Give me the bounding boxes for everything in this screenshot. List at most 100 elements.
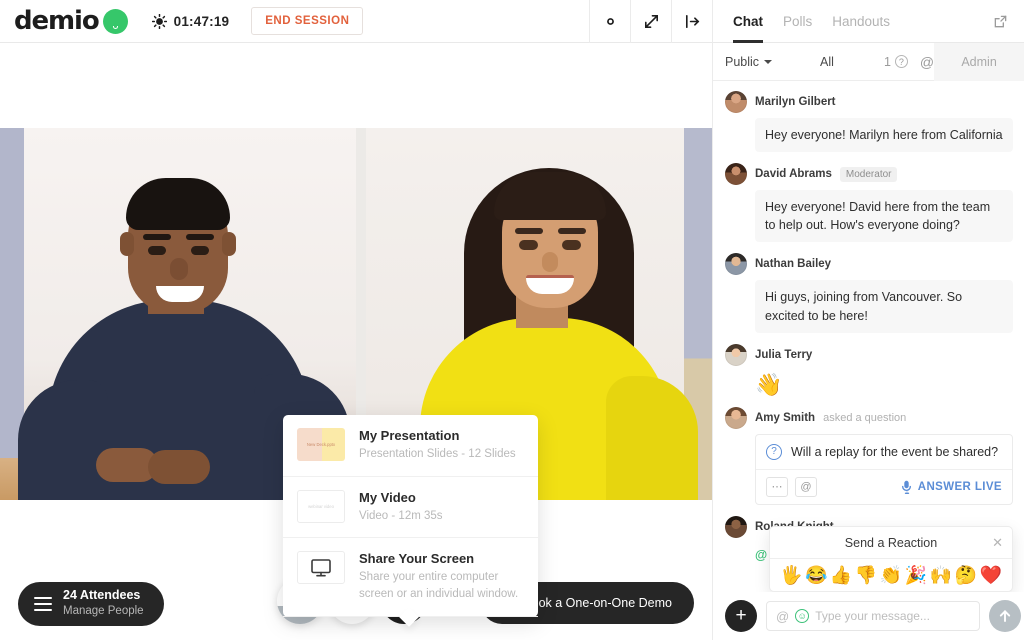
avatar [725, 91, 747, 113]
menu-item-share-your-screen[interactable]: Share Your Screen Share your entire comp… [283, 538, 538, 617]
attendees-count: 24 Attendees [63, 588, 141, 603]
chat-subbar: Public All 1 ? @ Admin [713, 42, 1024, 81]
reaction-emoji-thumbs-up[interactable]: 👍 [830, 566, 852, 584]
book-demo-label: Book a One-on-One Demo [523, 596, 672, 610]
topbar-icon-group [589, 0, 712, 43]
at-icon[interactable]: @ [776, 609, 789, 624]
reaction-emoji-clap[interactable]: 👏 [880, 566, 902, 584]
answer-live-button[interactable]: ANSWER LIVE [901, 480, 1002, 494]
message-text: Hey everyone! David here from the team t… [755, 190, 1013, 243]
chat-message: Nathan Bailey Hi guys, joining from Vanc… [725, 253, 1013, 333]
mic-icon [102, 8, 128, 34]
chat-visibility-label: Public [725, 54, 760, 69]
answer-live-label: ANSWER LIVE [917, 480, 1002, 493]
top-bar: demio 01:47:19 END SESSION Chat Polls Ha… [0, 0, 1024, 43]
session-timer: 01:47:19 [151, 13, 230, 29]
gear-icon[interactable] [589, 0, 630, 43]
chat-filter-questions[interactable]: 1 ? [884, 55, 908, 69]
brand-logo[interactable]: demio [0, 6, 128, 36]
menu-item-title: My Presentation [359, 428, 460, 443]
reaction-emoji-raised-hands[interactable]: 🙌 [930, 566, 952, 584]
reaction-emoji-row: 🖐️ 😂 👍 👎 👏 🎉 🙌 🤔 ❤️ [770, 559, 1012, 591]
chat-message: Marilyn Gilbert Hey everyone! Marilyn he… [725, 91, 1013, 153]
reaction-popover-title: Send a Reaction [844, 535, 938, 550]
chat-message: David Abrams Moderator Hey everyone! Dav… [725, 163, 1013, 243]
chevron-down-icon [764, 59, 773, 64]
menu-item-title: My Video [359, 489, 416, 505]
avatar [725, 343, 747, 366]
at-icon[interactable]: @ [920, 54, 934, 70]
message-author: Nathan Bailey [755, 258, 832, 271]
chat-composer: + @ ☺ [713, 592, 1024, 640]
at-icon[interactable]: @ [795, 476, 817, 497]
tab-chat[interactable]: Chat [733, 0, 763, 43]
reaction-emoji-laughing[interactable]: 😂 [805, 566, 827, 584]
question-card: ? Will a replay for the event be shared?… [755, 433, 1013, 505]
menu-item-title: Share Your Screen [359, 551, 475, 567]
monitor-icon [297, 551, 345, 585]
panel-tabs: Chat Polls Handouts [712, 0, 1024, 43]
external-link-icon[interactable] [993, 14, 1024, 29]
smiley-icon[interactable]: ☺ [795, 609, 810, 623]
asked-a-question-label: asked a question [823, 411, 907, 424]
chat-panel: Public All 1 ? @ Admin Marilyn Gilbert H… [712, 42, 1024, 640]
menu-item-my-presentation[interactable]: New Deck.pptx My Presentation Presentati… [283, 415, 538, 477]
end-session-button[interactable]: END SESSION [251, 7, 364, 35]
message-emoji: 👋 [755, 371, 783, 397]
message-author: David Abrams [755, 168, 832, 181]
message-author: Julia Terry [755, 348, 813, 361]
message-input[interactable] [815, 609, 971, 623]
message-field-wrapper[interactable]: @ ☺ [766, 601, 981, 631]
menu-item-my-video[interactable]: webinar video My Video Video - 12m 35s [283, 477, 538, 539]
avatar [725, 163, 747, 186]
brightness-icon [151, 13, 167, 29]
brand-name: demio [14, 6, 100, 36]
question-icon: ? [894, 55, 908, 68]
reaction-emoji-heart[interactable]: ❤️ [980, 566, 1002, 584]
chat-message-list[interactable]: Marilyn Gilbert Hey everyone! Marilyn he… [713, 81, 1024, 592]
manage-people-label: Manage People [63, 605, 144, 618]
chat-question-message: Amy Smith asked a question ? Will a repl… [725, 406, 1013, 505]
menu-item-subtitle: Share your entire computer screen or an … [359, 571, 519, 601]
avatar [725, 253, 747, 276]
arrow-up-icon [1000, 610, 1011, 622]
presentation-thumb: New Deck.pptx [297, 428, 345, 461]
video-thumb: webinar video [297, 489, 345, 523]
reaction-emoji-thinking[interactable]: 🤔 [955, 566, 977, 584]
avatar [725, 515, 747, 538]
add-attachment-button[interactable]: + [725, 600, 757, 632]
reaction-emoji-raised-hand[interactable]: 🖐️ [780, 566, 802, 584]
timer-value: 01:47:19 [173, 13, 230, 29]
question-count: 1 [883, 54, 891, 69]
menu-item-subtitle: Video - 12m 35s [359, 509, 443, 522]
moderator-badge: Moderator [839, 166, 898, 182]
send-message-button[interactable] [989, 600, 1022, 632]
reaction-emoji-party-popper[interactable]: 🎉 [905, 566, 927, 584]
question-icon: ? [766, 443, 782, 460]
expand-icon[interactable] [630, 0, 671, 43]
chat-message: Julia Terry 👋 [725, 343, 1013, 397]
tab-handouts[interactable]: Handouts [832, 0, 890, 43]
message-author: Amy Smith [755, 411, 816, 424]
message-text: Hi guys, joining from Vancouver. So exci… [755, 280, 1013, 333]
avatar [725, 406, 747, 429]
hamburger-icon [34, 596, 52, 612]
collapse-panel-icon[interactable] [671, 0, 712, 43]
webinar-stage: New Deck.pptx My Presentation Presentati… [0, 43, 712, 640]
microphone-icon [901, 480, 911, 494]
chat-admin-tab[interactable]: Admin [934, 42, 1024, 81]
menu-item-subtitle: Presentation Slides - 12 Slides [359, 448, 516, 460]
chat-visibility-dropdown[interactable]: Public [713, 54, 773, 69]
message-author: Marilyn Gilbert [755, 96, 836, 108]
attendees-button[interactable]: 24 Attendees Manage People [18, 582, 164, 626]
demio-webinar-app: demio 01:47:19 END SESSION Chat Polls Ha… [0, 0, 1024, 640]
content-share-menu: New Deck.pptx My Presentation Presentati… [283, 415, 538, 627]
reaction-emoji-thumbs-down[interactable]: 👎 [855, 566, 877, 584]
tab-polls[interactable]: Polls [783, 0, 812, 43]
more-options-icon[interactable]: ⋯ [766, 476, 788, 497]
question-text: Will a replay for the event be shared? [791, 444, 999, 459]
message-text: Hey everyone! Marilyn here from Californ… [755, 118, 1013, 153]
chat-filter-all[interactable]: All [820, 55, 834, 69]
close-icon[interactable]: ✕ [992, 535, 1003, 551]
send-reaction-popover: Send a Reaction ✕ 🖐️ 😂 👍 👎 👏 🎉 🙌 🤔 ❤️ [769, 526, 1013, 592]
